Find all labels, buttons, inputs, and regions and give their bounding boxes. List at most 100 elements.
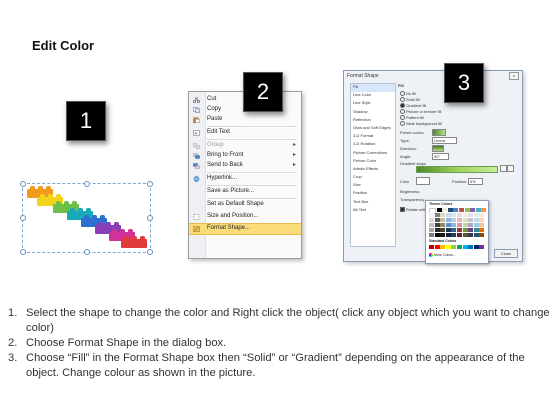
standard-color-row[interactable] — [429, 245, 485, 249]
option-slide-bg-fill[interactable]: Slide background fill — [400, 121, 442, 127]
type-select[interactable]: Linear — [432, 137, 457, 144]
category-3d-format[interactable]: 3-D Format — [351, 133, 395, 141]
option-label: Pattern fill — [406, 115, 424, 120]
resize-handle[interactable] — [84, 181, 90, 187]
menu-item-set-default-shape[interactable]: Set as Default Shape — [189, 200, 301, 210]
category-line-color[interactable]: Line Color — [351, 92, 395, 100]
theme-color-row[interactable] — [429, 218, 485, 222]
category-text-box[interactable]: Text Box — [351, 199, 395, 207]
category-3d-rotation[interactable]: 3-D Rotation — [351, 141, 395, 149]
option-gradient-fill[interactable]: Gradient fill — [400, 103, 426, 109]
menu-item-save-as-picture[interactable]: Save as Picture... — [189, 187, 301, 197]
category-position[interactable]: Position — [351, 190, 395, 198]
instructions-list: 1. Select the shape to change the color … — [8, 306, 553, 381]
step-2-badge: 2 — [243, 72, 283, 112]
radio-icon — [400, 91, 405, 97]
menu-item-label: Group — [207, 142, 224, 148]
field-label: Type: — [400, 138, 410, 143]
add-stop-icon[interactable] — [500, 165, 507, 172]
category-shadow[interactable]: Shadow — [351, 109, 395, 117]
menu-item-format-shape[interactable]: Format Shape... — [189, 223, 301, 235]
resize-handle[interactable] — [147, 215, 153, 221]
instruction-text: Choose “Fill” in the Format Shape box th… — [26, 352, 525, 379]
menu-separator — [207, 172, 297, 173]
step-1-badge: 1 — [66, 101, 106, 141]
category-picture-color[interactable]: Picture Color — [351, 158, 395, 166]
menu-item-hyperlink[interactable]: Hyperlink... — [189, 174, 301, 184]
send-back-icon — [193, 163, 200, 169]
close-icon[interactable]: x — [509, 72, 519, 80]
angle-input[interactable]: 90° — [432, 153, 449, 160]
theme-color-row[interactable] — [429, 213, 485, 217]
option-pattern-fill[interactable]: Pattern fill — [400, 115, 424, 121]
resize-handle[interactable] — [20, 181, 26, 187]
category-alt-text[interactable]: Alt Text — [351, 207, 395, 215]
context-menu: Cut Copy Paste A Edit Text Group ▸ Bring… — [188, 91, 302, 259]
menu-item-send-to-back[interactable]: Send to Back ▸ — [189, 161, 301, 171]
category-fill[interactable]: Fill — [351, 84, 395, 93]
preset-colors-row: Preset colors: — [400, 130, 424, 135]
resize-handle[interactable] — [20, 249, 26, 255]
gradient-stops-bar[interactable] — [416, 166, 498, 173]
page-title: Edit Color — [32, 38, 95, 53]
menu-item-label: Save as Picture... — [207, 188, 255, 194]
submenu-arrow-icon: ▸ — [292, 142, 296, 148]
theme-color-row[interactable] — [429, 223, 485, 227]
instruction-item: 2. Choose Format Shape in the dialog box… — [8, 336, 553, 351]
menu-item-edit-text[interactable]: A Edit Text — [189, 128, 301, 138]
instruction-number: 1. — [8, 307, 18, 319]
category-artistic-effects[interactable]: Artistic Effects — [351, 166, 395, 174]
resize-handle[interactable] — [20, 215, 26, 221]
more-colors-label: More Colors... — [434, 253, 456, 257]
menu-separator — [207, 185, 297, 186]
resize-handle[interactable] — [147, 181, 153, 187]
direction-dropdown[interactable] — [432, 145, 444, 152]
category-reflection[interactable]: Reflection — [351, 117, 395, 125]
remove-stop-icon[interactable] — [507, 165, 514, 172]
instruction-number: 2. — [8, 337, 18, 349]
category-crop[interactable]: Crop — [351, 174, 395, 182]
svg-text:A: A — [195, 131, 198, 136]
position-input[interactable]: 6% — [468, 178, 483, 185]
close-button[interactable]: Close — [494, 249, 518, 258]
option-label: Picture or texture fill — [406, 109, 442, 114]
menu-item-paste[interactable]: Paste — [189, 115, 301, 125]
direction-row: Direction: — [400, 146, 417, 151]
option-label: No fill — [406, 91, 417, 96]
category-picture-corrections[interactable]: Picture Corrections — [351, 150, 395, 158]
category-size[interactable]: Size — [351, 182, 395, 190]
copy-icon — [193, 107, 200, 113]
menu-item-bring-to-front[interactable]: Bring to Front ▸ — [189, 151, 301, 161]
menu-item-size-and-position[interactable]: Size and Position... — [189, 212, 301, 222]
resize-handle[interactable] — [147, 249, 153, 255]
position-label: Position: — [452, 179, 468, 184]
field-label: Direction: — [400, 146, 417, 151]
radio-icon — [400, 121, 405, 127]
option-picture-fill[interactable]: Picture or texture fill — [400, 109, 442, 115]
category-line-style[interactable]: Line Style — [351, 100, 395, 108]
theme-color-row[interactable] — [429, 233, 485, 237]
color-wheel-icon — [429, 253, 433, 257]
type-row: Type: — [400, 138, 410, 143]
more-colors-item[interactable]: More Colors... — [429, 253, 456, 257]
option-no-fill[interactable]: No fill — [400, 91, 417, 97]
radio-selected-icon — [400, 103, 405, 109]
color-picker-button[interactable] — [416, 177, 430, 185]
edit-text-icon: A — [193, 130, 200, 136]
option-solid-fill[interactable]: Solid fill — [400, 97, 420, 103]
menu-item-label: Hyperlink... — [207, 175, 238, 181]
preset-colors-dropdown[interactable] — [432, 129, 446, 136]
field-label: Angle: — [400, 154, 412, 159]
fill-heading: Fill — [398, 83, 404, 88]
selected-shape[interactable] — [20, 181, 153, 255]
theme-color-row[interactable] — [429, 228, 485, 232]
radio-icon — [400, 97, 405, 103]
submenu-arrow-icon: ▸ — [292, 162, 296, 168]
menu-item-group[interactable]: Group ▸ — [189, 141, 301, 151]
dialog-title: Format Shape — [347, 73, 379, 79]
size-position-icon — [193, 214, 200, 220]
step-3-badge: 3 — [444, 63, 484, 103]
resize-handle[interactable] — [84, 249, 90, 255]
category-glow[interactable]: Glow and Soft Edges — [351, 125, 395, 133]
menu-item-label: Bring to Front — [207, 152, 244, 158]
